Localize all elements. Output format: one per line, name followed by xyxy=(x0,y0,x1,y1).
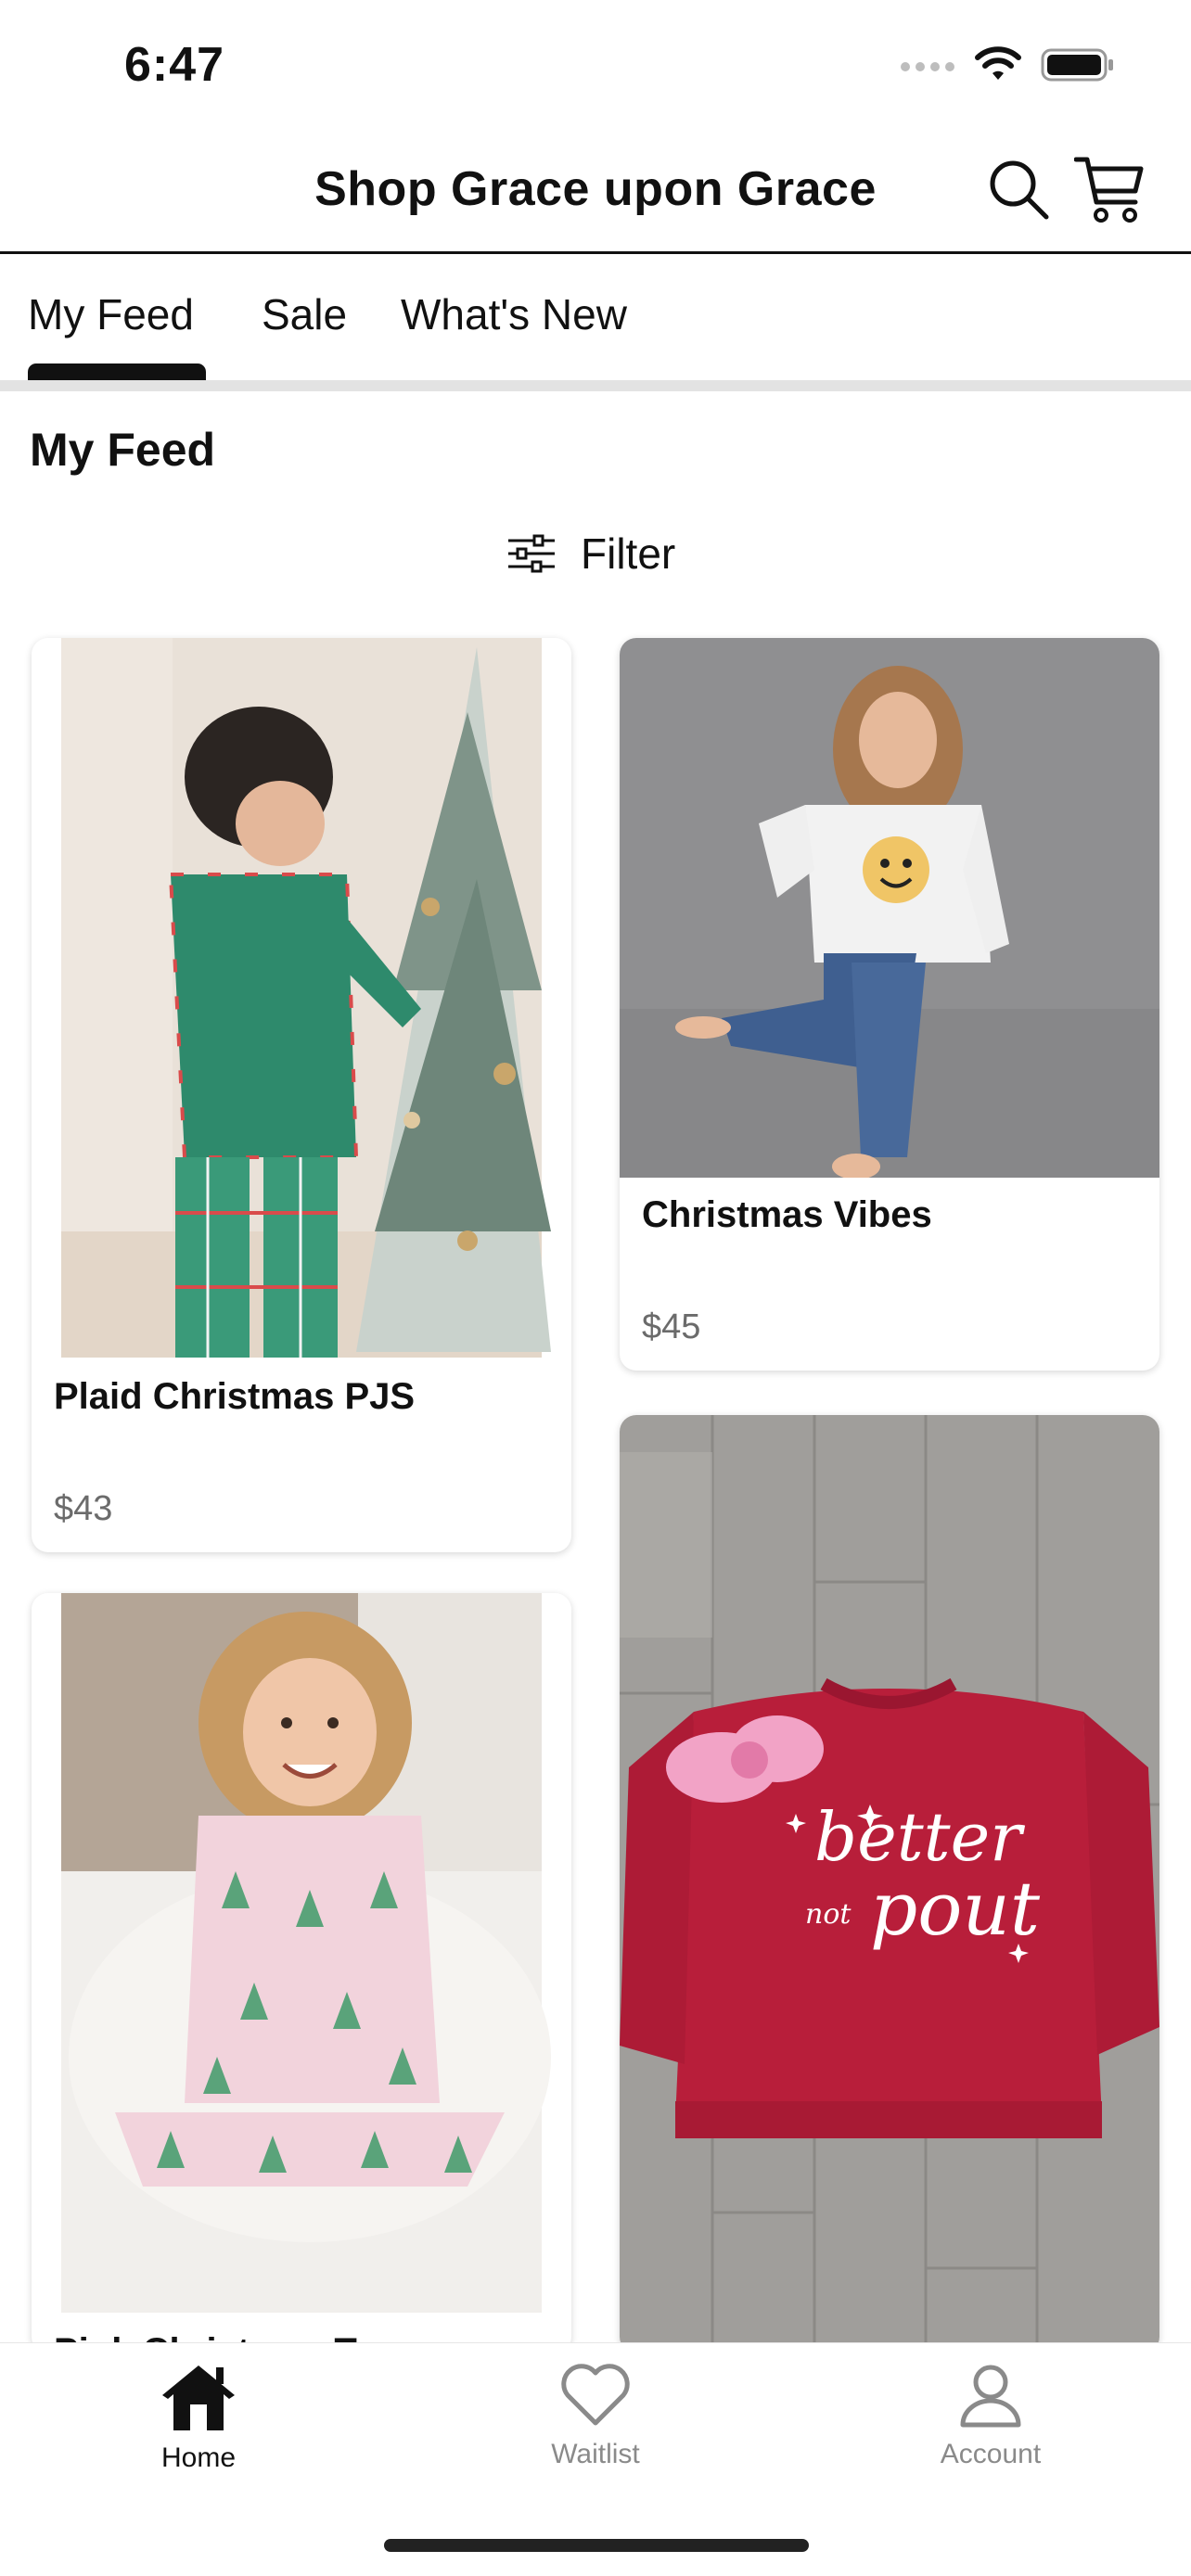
home-indicator xyxy=(384,2539,809,2552)
nav-waitlist[interactable]: Waitlist xyxy=(484,2362,707,2470)
product-card[interactable]: Pink Christmas T... xyxy=(32,1593,571,2353)
status-bar: 6:47 xyxy=(0,0,1191,130)
tab-whats-new[interactable]: What's New xyxy=(401,289,627,339)
heart-icon xyxy=(561,2364,630,2426)
product-image xyxy=(32,1593,571,2313)
search-button[interactable] xyxy=(981,152,1056,226)
tab-sale[interactable]: Sale xyxy=(262,289,347,339)
search-icon xyxy=(990,160,1049,220)
nav-home-label: Home xyxy=(160,2442,237,2473)
svg-text:pout: pout xyxy=(870,1866,1041,1952)
product-name: Christmas Vibes xyxy=(642,1194,932,1235)
nav-waitlist-label: Waitlist xyxy=(551,2439,640,2469)
product-name: Plaid Christmas PJS xyxy=(54,1376,416,1417)
product-image: better not pout xyxy=(620,1415,1159,2353)
divider xyxy=(0,380,1191,391)
status-time: 6:47 xyxy=(124,38,225,92)
filter-button[interactable]: Filter xyxy=(506,529,675,579)
nav-account-label: Account xyxy=(940,2439,1042,2469)
nav-account[interactable]: Account xyxy=(879,2362,1102,2470)
status-icons xyxy=(900,46,1115,83)
cart-icon xyxy=(1074,157,1144,223)
section-title: My Feed xyxy=(30,424,216,476)
app-header: Shop Grace upon Grace xyxy=(0,130,1191,254)
signal-icon xyxy=(901,62,954,71)
wifi-icon xyxy=(975,46,1021,80)
tab-bar: My Feed Sale What's New xyxy=(0,254,1191,380)
cart-button[interactable] xyxy=(1072,152,1146,226)
product-image xyxy=(32,638,571,1358)
svg-text:better: better xyxy=(814,1798,1025,1876)
svg-text:not: not xyxy=(805,1898,852,1931)
product-card[interactable]: Christmas Vibes $45 xyxy=(620,638,1159,1371)
product-image xyxy=(620,638,1159,1178)
filter-label: Filter xyxy=(581,529,676,578)
home-icon xyxy=(162,2366,235,2430)
person-icon xyxy=(960,2365,1021,2428)
battery-icon xyxy=(1041,48,1113,82)
product-card[interactable]: better not pout xyxy=(620,1415,1159,2353)
product-card[interactable]: Plaid Christmas PJS $43 xyxy=(32,638,571,1552)
sliders-icon xyxy=(508,534,555,573)
nav-home[interactable]: Home xyxy=(87,2362,310,2474)
product-price: $45 xyxy=(642,1307,701,1346)
product-price: $43 xyxy=(54,1489,113,1528)
active-tab-indicator xyxy=(28,363,206,380)
tab-my-feed[interactable]: My Feed xyxy=(28,289,194,339)
